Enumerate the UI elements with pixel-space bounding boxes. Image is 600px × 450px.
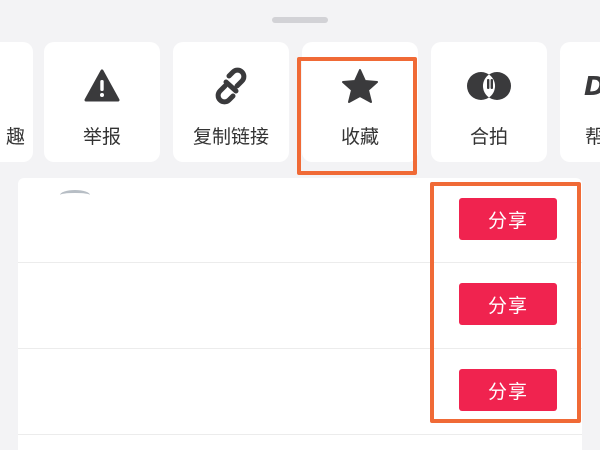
favorite-highlight-box [297, 57, 417, 175]
action-label-partial-right: 帮 [585, 126, 600, 148]
action-tile-duet[interactable]: 合拍 [431, 42, 547, 162]
partial-logo-icon: D [584, 72, 600, 102]
avatar [60, 190, 90, 200]
duet-icon [431, 68, 547, 104]
link-icon [173, 67, 289, 105]
action-label-partial-left: 趣 [5, 126, 25, 148]
action-tile-partial-left[interactable]: 趣 [0, 42, 33, 162]
warning-icon [44, 68, 160, 104]
row-divider [18, 434, 582, 435]
action-tile-report[interactable]: 举报 [44, 42, 160, 162]
action-label-duet: 合拍 [469, 126, 508, 148]
action-label-report: 举报 [82, 126, 121, 148]
action-tile-partial-right[interactable]: D 帮 [560, 42, 600, 162]
share-buttons-highlight-box [430, 182, 581, 423]
action-tile-copy-link[interactable]: 复制链接 [173, 42, 289, 162]
drag-handle[interactable] [272, 17, 328, 23]
action-label-copy-link: 复制链接 [192, 126, 269, 148]
